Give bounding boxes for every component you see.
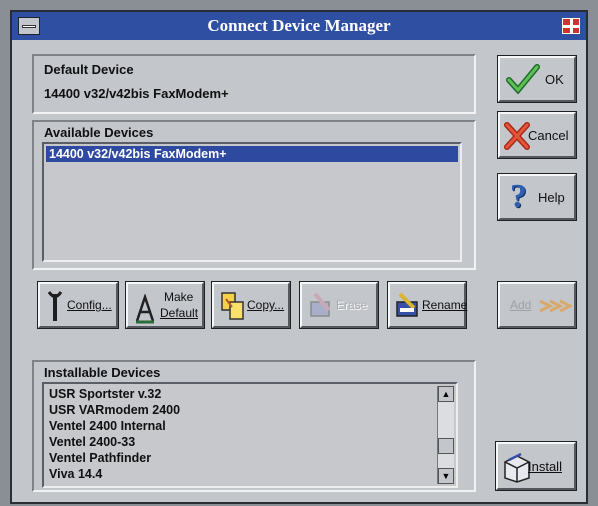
available-device-item[interactable]: 14400 v32/v42bis FaxModem+ xyxy=(46,146,458,162)
installable-device-item[interactable]: Viva 14.4 xyxy=(46,466,454,482)
installable-devices-panel: Installable Devices USR Sportster v.32 U… xyxy=(32,360,476,492)
ok-button[interactable]: OK xyxy=(497,55,577,103)
install-label: Install xyxy=(528,459,562,474)
make-default-button[interactable]: Make Default xyxy=(125,281,205,329)
make-default-label-line1: Make xyxy=(164,290,194,304)
erase-label: Erase xyxy=(336,298,368,312)
scroll-thumb[interactable] xyxy=(438,438,454,454)
checkmark-icon xyxy=(506,64,540,94)
erase-button[interactable]: Erase xyxy=(299,281,379,329)
window-flag-icon xyxy=(562,18,580,34)
default-device-value: 14400 v32/v42bis FaxModem+ xyxy=(44,86,229,101)
help-button[interactable]: ? Help xyxy=(497,173,577,221)
installable-device-item[interactable]: Ventel 2400 Internal xyxy=(46,418,454,434)
erase-icon xyxy=(310,292,331,317)
question-mark-icon: ? xyxy=(510,178,527,215)
installable-device-item[interactable]: USR Sportster v.32 xyxy=(46,386,454,402)
make-default-label-line2: Default xyxy=(160,306,199,320)
x-icon xyxy=(504,122,530,150)
config-button[interactable]: Config... xyxy=(37,281,119,329)
default-device-panel: Default Device 14400 v32/v42bis FaxModem… xyxy=(32,54,476,114)
add-arrow-icon xyxy=(539,299,572,313)
cancel-label: Cancel xyxy=(528,128,569,143)
default-device-label: Default Device xyxy=(44,62,134,77)
available-devices-label: Available Devices xyxy=(44,125,154,140)
ok-label: OK xyxy=(545,72,564,87)
installable-device-item[interactable]: Ventel Pathfinder xyxy=(46,450,454,466)
rename-label: Rename xyxy=(422,298,468,312)
add-button[interactable]: Add xyxy=(497,281,577,329)
wrench-icon xyxy=(47,291,63,321)
install-button[interactable]: Install xyxy=(495,441,577,491)
window-title: Connect Device Manager xyxy=(207,16,391,35)
copy-icon xyxy=(221,292,244,320)
copy-button[interactable]: Copy... xyxy=(211,281,291,329)
rename-icon xyxy=(396,292,418,317)
copy-label: Copy... xyxy=(247,298,285,312)
scroll-down-icon[interactable]: ▼ xyxy=(438,468,454,484)
installable-device-item[interactable]: Ventel 2400-33 xyxy=(46,434,454,450)
available-devices-list[interactable]: 14400 v32/v42bis FaxModem+ xyxy=(42,142,462,262)
add-label: Add xyxy=(510,298,532,312)
cancel-button[interactable]: Cancel xyxy=(497,111,577,159)
help-label: Help xyxy=(538,190,565,205)
scroll-up-icon[interactable]: ▲ xyxy=(438,386,454,402)
install-box-icon xyxy=(504,452,530,483)
rename-button[interactable]: Rename xyxy=(387,281,468,329)
title-bar[interactable]: Connect Device Manager xyxy=(12,12,586,40)
connect-device-manager-window: Connect Device Manager Default Device 14… xyxy=(10,10,588,504)
installable-device-item[interactable]: USR VARmodem 2400 xyxy=(46,402,454,418)
config-label: Config... xyxy=(67,298,112,312)
installable-devices-scrollbar[interactable]: ▲ ▼ xyxy=(437,386,454,484)
make-default-icon xyxy=(135,294,155,324)
installable-devices-list[interactable]: USR Sportster v.32 USR VARmodem 2400 Ven… xyxy=(42,382,458,488)
available-devices-panel: Available Devices 14400 v32/v42bis FaxMo… xyxy=(32,120,476,270)
installable-devices-label: Installable Devices xyxy=(44,365,161,380)
